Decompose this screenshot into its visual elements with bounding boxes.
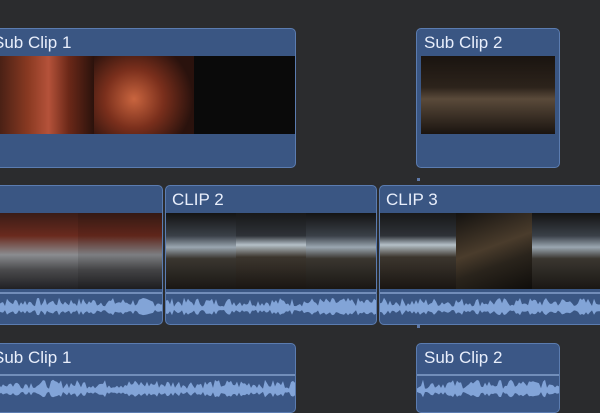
thumbnail	[532, 213, 600, 289]
thumbnail	[456, 213, 532, 289]
filmstrip	[0, 213, 162, 289]
waveform-shape	[0, 297, 162, 316]
thumbnail	[0, 213, 78, 289]
connected-audio-clip-sub-clip-1[interactable]: Sub Clip 1	[0, 343, 296, 413]
thumbnail	[166, 213, 236, 289]
thumbnail	[0, 56, 94, 134]
clip-title: Sub Clip 2	[424, 33, 503, 52]
audio-waveform	[380, 292, 600, 316]
filmstrip	[421, 56, 555, 134]
thumbnail	[77, 213, 162, 289]
waveform-shape	[166, 297, 376, 316]
clip-title: Sub Clip 2	[424, 348, 503, 367]
primary-clip-1[interactable]	[0, 185, 163, 325]
thumbnail	[421, 56, 555, 134]
timeline: Sub Clip 1 Sub Clip 2 CLIP 2 CLIP 3 Sub …	[0, 0, 600, 413]
clip-title: Sub Clip 1	[0, 348, 72, 367]
audio-waveform	[0, 374, 295, 398]
audio-waveform	[166, 292, 376, 316]
waveform-shape	[0, 379, 295, 398]
thumbnail	[194, 56, 295, 134]
filmstrip	[0, 56, 295, 134]
clip-title: CLIP 3	[386, 190, 438, 209]
primary-clip-3[interactable]: CLIP 3	[379, 185, 600, 325]
audio-waveform	[417, 374, 559, 398]
clip-title: Sub Clip 1	[0, 33, 72, 52]
filmstrip	[166, 213, 376, 289]
thumbnail	[236, 213, 306, 289]
thumbnail	[380, 213, 456, 289]
filmstrip	[380, 213, 600, 289]
connected-audio-clip-sub-clip-2[interactable]: Sub Clip 2	[416, 343, 560, 413]
audio-waveform	[0, 292, 162, 316]
waveform-shape	[380, 297, 600, 316]
waveform-shape	[417, 379, 559, 398]
clip-title: CLIP 2	[172, 190, 224, 209]
connected-clip-sub-clip-1-top[interactable]: Sub Clip 1	[0, 28, 296, 168]
thumbnail	[306, 213, 376, 289]
primary-clip-2[interactable]: CLIP 2	[165, 185, 377, 325]
connected-clip-sub-clip-2-top[interactable]: Sub Clip 2	[416, 28, 560, 168]
thumbnail	[93, 56, 195, 134]
